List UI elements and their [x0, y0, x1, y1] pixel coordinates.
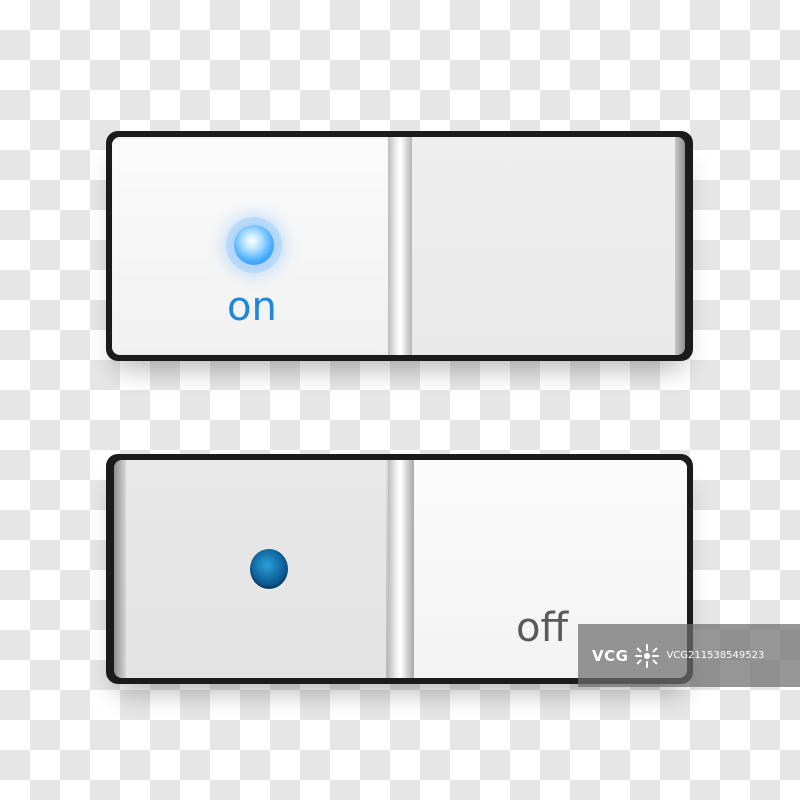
switch-right-panel[interactable] — [412, 137, 675, 355]
switch-divider — [388, 460, 414, 678]
switch-side-edge — [675, 137, 685, 355]
indicator-led-icon — [250, 549, 288, 589]
state-label-off: off — [516, 605, 569, 651]
switch-plate: on — [112, 137, 685, 355]
vcg-logo-text: VCG — [592, 646, 629, 665]
toggle-switch-on[interactable]: on — [106, 131, 693, 361]
canvas: on off VCG VCG211538549523 — [0, 0, 800, 800]
state-label-on: on — [227, 284, 277, 330]
switch-left-panel[interactable] — [126, 460, 386, 678]
switch-left-panel[interactable]: on — [112, 137, 392, 355]
indicator-led-icon — [234, 225, 274, 265]
watermark-code: VCG211538549523 — [666, 650, 765, 661]
switch-side-edge — [114, 460, 126, 678]
switch-divider — [388, 137, 414, 355]
vcg-logo-icon — [635, 643, 660, 668]
watermark: VCG VCG211538549523 — [578, 624, 800, 687]
